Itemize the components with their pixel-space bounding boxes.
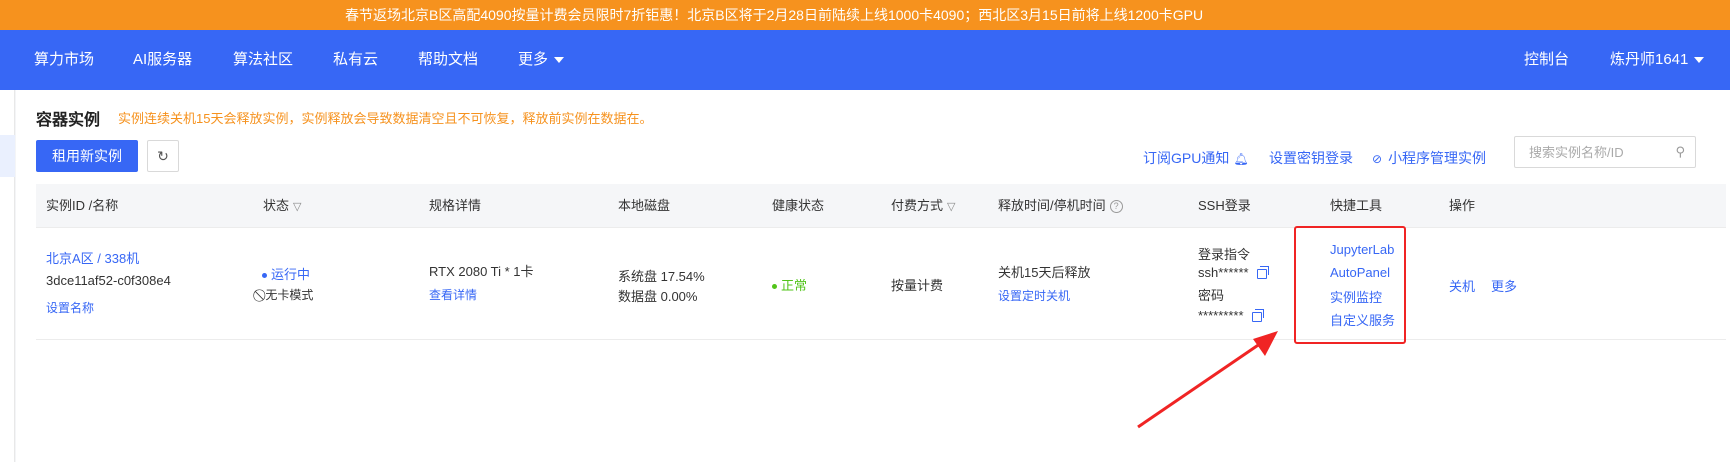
instance-id: 3dce11af52-c0f308e4 [46, 273, 171, 288]
user-menu[interactable]: 炼丹师1641 [1610, 30, 1705, 90]
nav-item-more-label: 更多 [518, 51, 549, 68]
spec-gpu: RTX 2080 Ti * 1卡 [429, 264, 534, 279]
col-billing-label: 付费方式 [891, 198, 944, 213]
compass-icon: ⊘ [1372, 152, 1383, 166]
nav-item-private-cloud[interactable]: 私有云 [333, 30, 378, 90]
disk-data: 数据盘 0.00% [618, 289, 698, 304]
promo-banner[interactable]: 春节返场北京B区高配4090按量计费会员限时7折钜惠！北京B区将于2月28日前陆… [0, 0, 1730, 30]
ssh-cmd-label: 登录指令 [1198, 247, 1251, 262]
no-card-mode: ⃠ 无卡模式 [262, 286, 313, 303]
shutdown-button[interactable]: 关机 [1449, 276, 1475, 295]
ssh-cmd-value: ssh****** [1198, 265, 1249, 280]
status-running: 运行中 [262, 264, 310, 283]
miniapp-label: 小程序管理实例 [1388, 150, 1487, 166]
new-instance-button[interactable]: 租用新实例 [36, 140, 138, 172]
status-dot-icon [262, 273, 267, 279]
page-title: 容器实例 [36, 112, 101, 129]
ssh-pwd-label: 密码 [1198, 288, 1225, 303]
spec-detail-link[interactable]: 查看详情 [429, 286, 477, 303]
top-nav: 算力市场 AI服务器 算法社区 私有云 帮助文档 更多 控制台 炼丹师1641 [0, 30, 1730, 90]
col-instance-id: 实例ID /名称 [46, 198, 119, 213]
ssh-pwd: ********* [1198, 308, 1264, 323]
instance-search[interactable]: ⚲ [1514, 136, 1696, 168]
col-release: 释放时间/停机时间? [998, 184, 1123, 228]
help-icon[interactable]: ? [1109, 200, 1123, 214]
nav-item-help-docs[interactable]: 帮助文档 [418, 30, 478, 90]
col-ssh: SSH登录 [1198, 198, 1251, 213]
schedule-shutdown-link[interactable]: 设置定时关机 [998, 287, 1070, 304]
search-icon[interactable]: ⚲ [1675, 144, 1685, 160]
health-status-label: 正常 [781, 278, 808, 293]
release-time: 关机15天后释放 [998, 265, 1091, 280]
instance-region-link[interactable]: 北京A区 / 338机 [46, 248, 139, 267]
no-card-mode-label: 无卡模式 [265, 288, 314, 302]
promo-banner-text: 春节返场北京B区高配4090按量计费会员限时7折钜惠！北京B区将于2月28日前陆… [345, 7, 1204, 23]
table-row: 北京A区 / 338机 3dce11af52-c0f308e4 设置名称 运行中… [36, 228, 1726, 340]
billing-type: 按量计费 [891, 278, 944, 293]
nav-item-ai-server[interactable]: AI服务器 [133, 30, 192, 90]
table-header: 实例ID /名称 状态 ▽ 规格详情 本地磁盘 健康状态 付费方式 ▽ 释放时间/停… [36, 184, 1726, 228]
col-health: 健康状态 [772, 198, 825, 213]
col-billing[interactable]: 付费方式 ▽ [891, 184, 955, 228]
bell-icon: 🔔︎ [1233, 152, 1249, 166]
nav-item-more[interactable]: 更多 [518, 30, 565, 90]
ssh-pwd-value: ********* [1198, 308, 1244, 323]
refresh-icon: ↻ [157, 147, 169, 164]
copy-icon[interactable] [1251, 308, 1264, 322]
col-actions: 操作 [1449, 198, 1476, 213]
refresh-button[interactable]: ↻ [147, 140, 179, 172]
filter-icon[interactable]: ▽ [947, 201, 955, 213]
ssh-highlight-box [1294, 226, 1406, 344]
ssh-cmd: ssh****** [1198, 265, 1269, 280]
col-status[interactable]: 状态 ▽ [263, 184, 301, 228]
sidebar-active-item[interactable] [0, 135, 15, 177]
nav-console[interactable]: 控制台 [1524, 30, 1569, 90]
ssh-key-link[interactable]: 设置密钥登录 [1269, 148, 1353, 168]
col-tools: 快捷工具 [1330, 198, 1383, 213]
more-actions-button[interactable]: 更多 [1491, 276, 1517, 295]
search-input[interactable] [1515, 137, 1665, 167]
health-dot-icon [772, 284, 777, 290]
chevron-down-icon [554, 57, 565, 64]
health-status: 正常 [772, 275, 807, 294]
miniapp-link[interactable]: ⊘ 小程序管理实例 [1372, 148, 1486, 168]
nav-item-compute-market[interactable]: 算力市场 [34, 30, 94, 90]
filter-icon[interactable]: ▽ [293, 201, 301, 213]
disk-system: 系统盘 17.54% [618, 269, 705, 284]
user-name: 炼丹师1641 [1610, 51, 1689, 68]
nav-item-algorithm-community[interactable]: 算法社区 [233, 30, 293, 90]
subscribe-gpu-link[interactable]: 订阅GPU通知 🔔︎ [1143, 148, 1249, 168]
set-name-link[interactable]: 设置名称 [46, 299, 94, 316]
col-spec: 规格详情 [429, 198, 482, 213]
release-notice: 实例连续关机15天会释放实例，实例释放会导致数据清空且不可恢复，释放前实例在数据… [118, 111, 653, 126]
col-release-label: 释放时间/停机时间 [998, 198, 1106, 213]
main-content: 容器实例 实例连续关机15天会释放实例，实例释放会导致数据清空且不可恢复，释放前… [16, 90, 1730, 462]
chevron-down-icon [1694, 57, 1705, 64]
subscribe-gpu-label: 订阅GPU通知 [1143, 150, 1230, 166]
col-disk: 本地磁盘 [618, 198, 671, 213]
copy-icon[interactable] [1256, 265, 1269, 279]
col-status-label: 状态 [263, 198, 290, 213]
status-running-label: 运行中 [271, 267, 311, 282]
sidebar [0, 90, 15, 462]
